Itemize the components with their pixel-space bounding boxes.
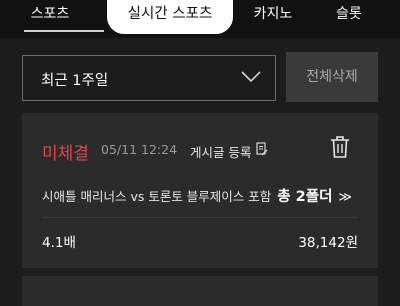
chevron-down-icon [241, 71, 261, 83]
delete-all-button[interactable]: 전체삭제 [286, 52, 378, 102]
bet-amount: 38,142원 [298, 235, 358, 251]
bet-card: 미체결 05/11 12:24 게시글 등록 시애틀 매리너스 vs 토론토 블… [22, 113, 378, 268]
status-badge: 미체결 [42, 144, 89, 164]
tab-casino[interactable]: 카지노 [238, 0, 308, 34]
fold-count: 총 2폴더 [277, 189, 333, 205]
tab-sports[interactable]: 스포츠 [6, 0, 94, 34]
next-bet-card [22, 276, 378, 306]
edit-document-icon[interactable] [256, 142, 268, 156]
post-register-link[interactable]: 게시글 등록 [190, 142, 251, 161]
tab-live-sports[interactable]: 실시간 스포츠 [107, 0, 233, 34]
trash-icon[interactable] [330, 135, 350, 159]
category-tabs: 스포츠 실시간 스포츠 카지노 슬롯 [0, 0, 400, 38]
date-range-select[interactable]: 최근 1주일 [22, 55, 276, 101]
divider [42, 217, 358, 218]
bet-datetime: 05/11 12:24 [101, 142, 178, 157]
tab-slots[interactable]: 슬롯 [320, 0, 400, 34]
match-teams: 시애틀 매리너스 vs 토론토 블루제이스 포함 [42, 189, 272, 204]
match-summary[interactable]: 시애틀 매리너스 vs 토론토 블루제이스 포함 총 2폴더 ≫ [42, 185, 352, 206]
double-chevron-right-icon: ≫ [338, 190, 353, 205]
bet-odds: 4.1배 [42, 235, 76, 251]
date-range-label: 최근 1주일 [41, 73, 109, 89]
tab-underline [24, 30, 104, 32]
